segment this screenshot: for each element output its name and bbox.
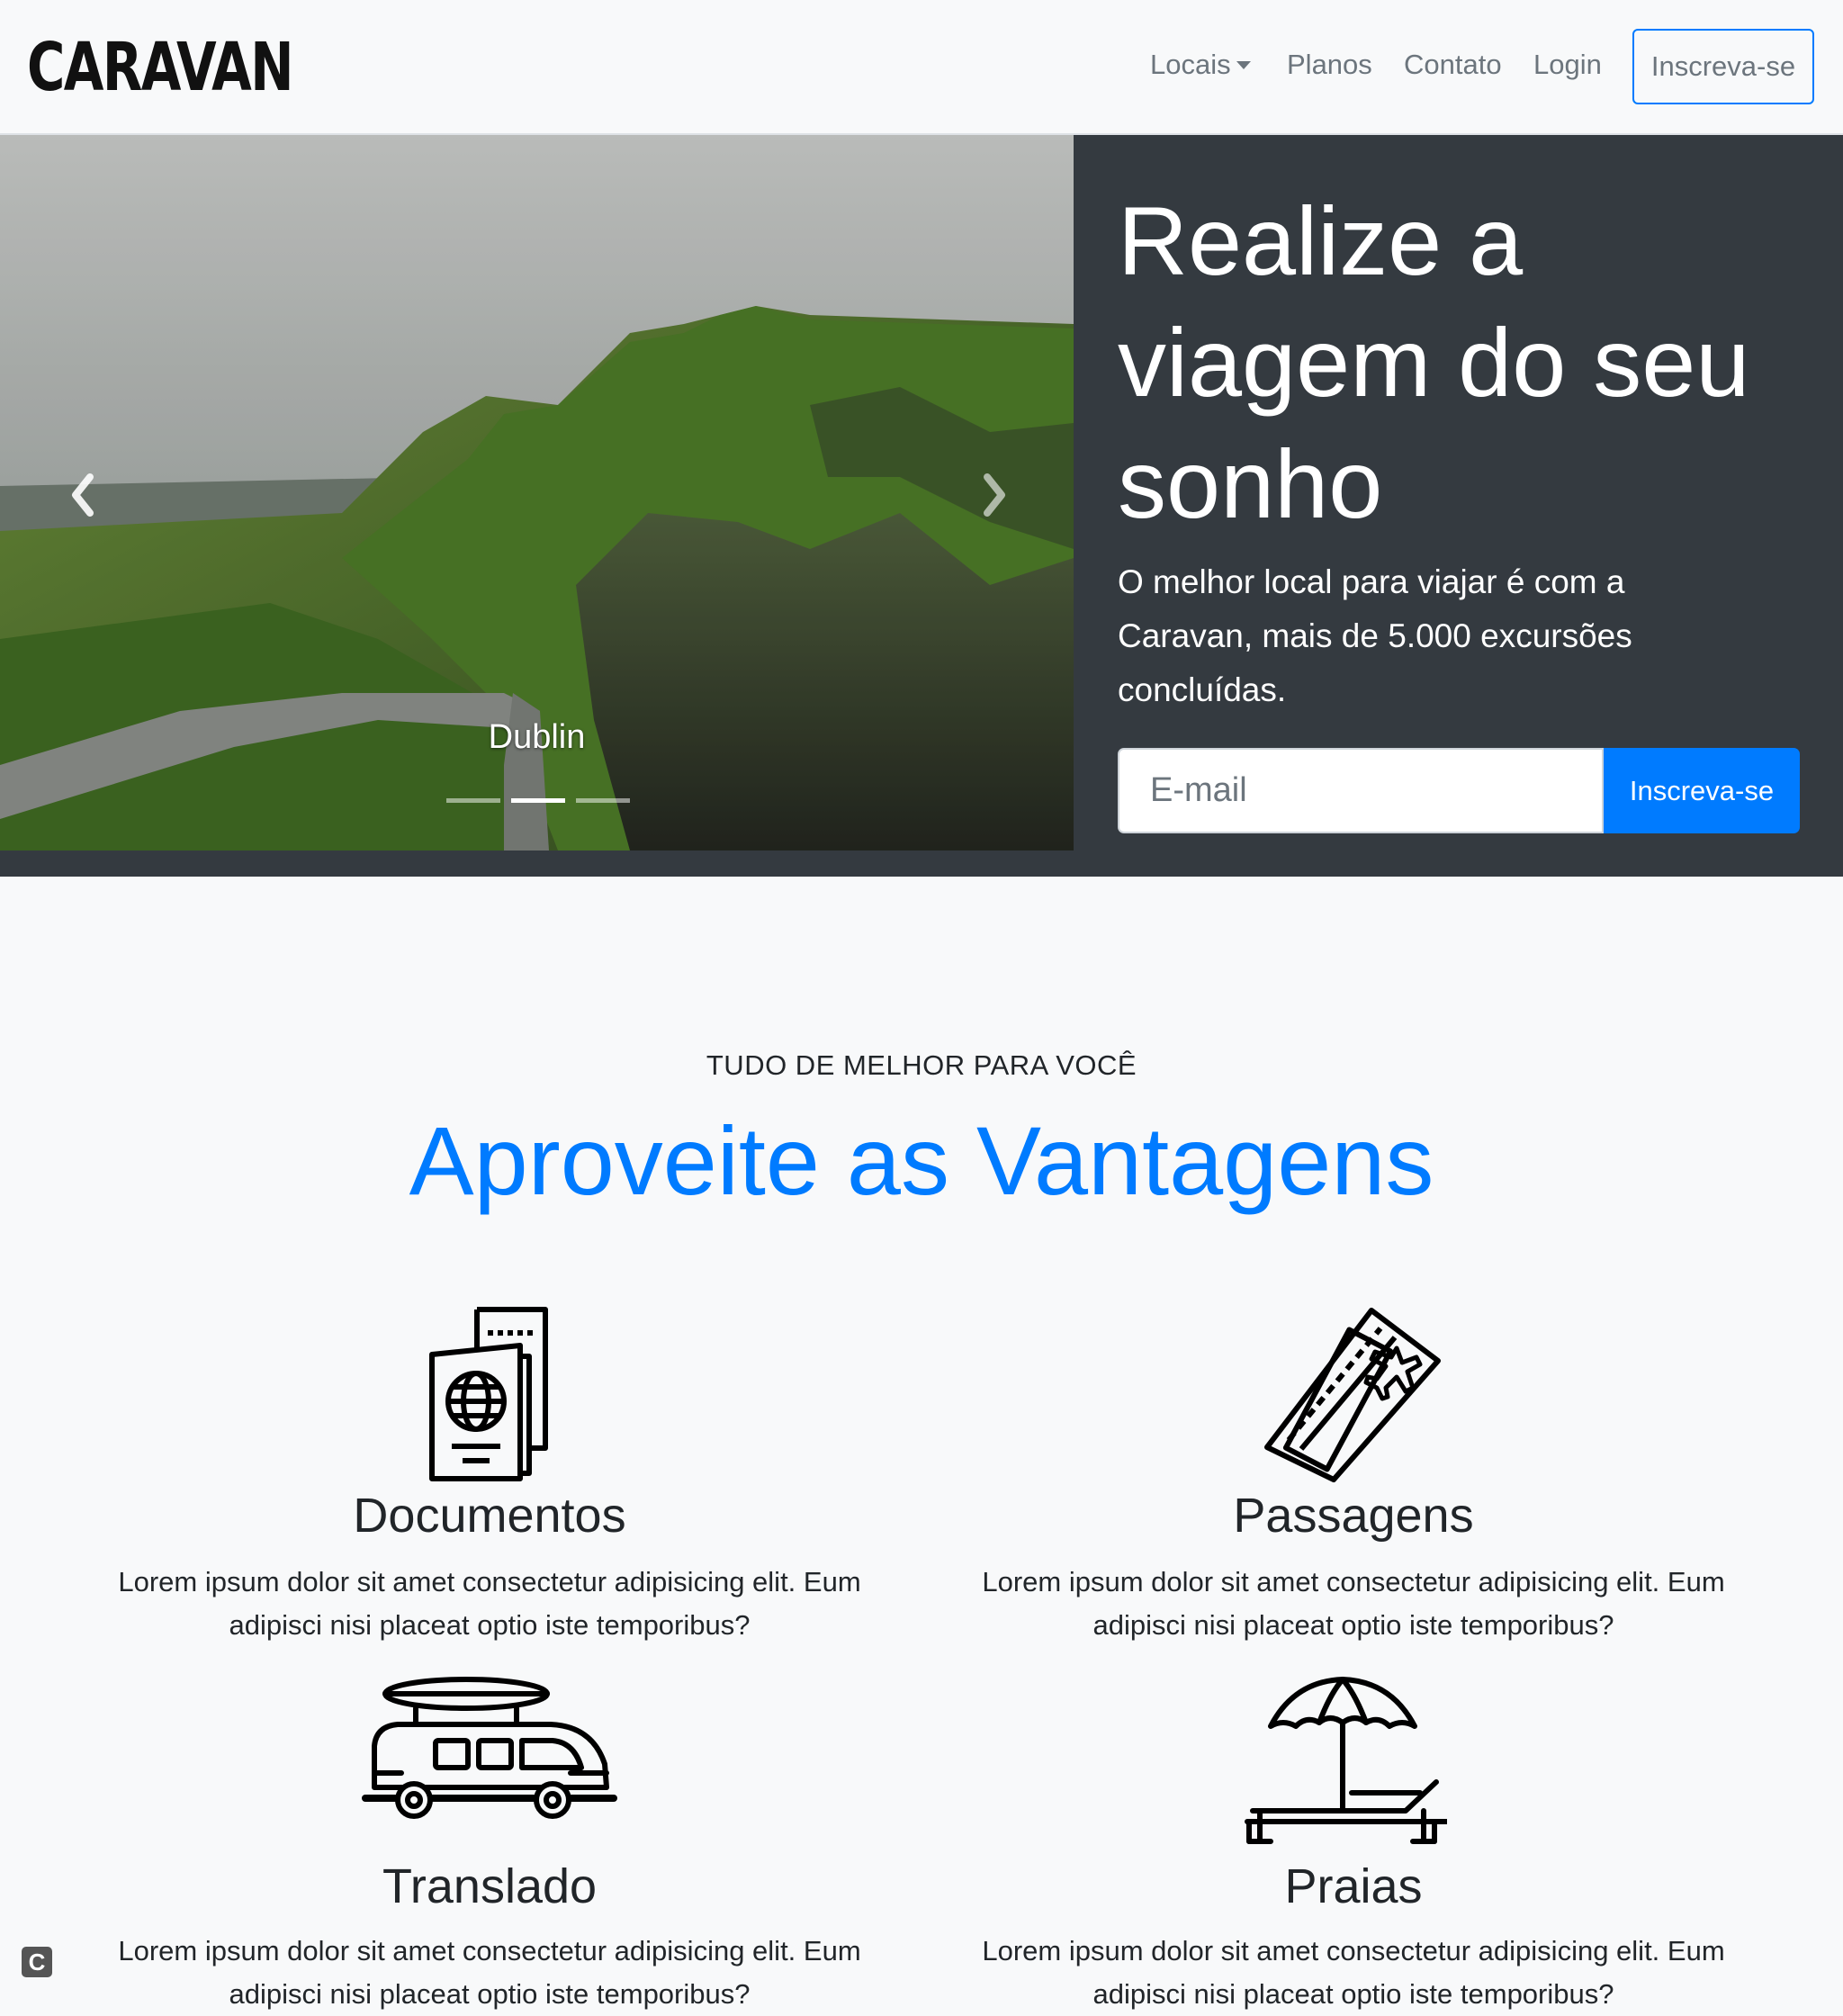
carousel-prev-icon[interactable]: [65, 468, 101, 522]
brand-logo[interactable]: CARAVAN: [27, 27, 294, 108]
feature-text-passagens: Lorem ipsum dolor sit amet consectetur a…: [982, 1566, 1725, 1641]
feature-text-translado: Lorem ipsum dolor sit amet consectetur a…: [118, 1935, 861, 2010]
nav-item-locais-label: Locais: [1150, 49, 1231, 80]
corner-badge[interactable]: C: [22, 1947, 52, 1977]
carousel-next-icon[interactable]: [976, 468, 1012, 522]
hero-section: Dublin Realize a viagem do seu sonho O m…: [0, 135, 1843, 877]
section-title: Aproveite as Vantagens: [409, 1106, 1434, 1215]
nav-item-locais[interactable]: Locais: [1150, 45, 1251, 85]
nav-item-login[interactable]: Login: [1533, 45, 1602, 85]
tickets-icon: [1264, 1308, 1441, 1482]
nav-item-contato[interactable]: Contato: [1404, 45, 1502, 85]
passport-icon: [429, 1307, 548, 1481]
feature-text-documentos: Lorem ipsum dolor sit amet consectetur a…: [118, 1566, 861, 1641]
image-carousel[interactable]: Dublin: [0, 135, 1074, 850]
dropdown-caret-icon: [1236, 61, 1251, 69]
feature-text-praias: Lorem ipsum dolor sit amet consectetur a…: [982, 1935, 1725, 2010]
hero-description: O melhor local para viajar é com a Carav…: [1118, 563, 1632, 708]
feature-title-documentos: Documentos: [353, 1489, 626, 1543]
feature-title-passagens: Passagens: [1233, 1489, 1474, 1543]
section-eyebrow: TUDO DE MELHOR PARA VOCÊ: [706, 1049, 1137, 1081]
nav-item-planos[interactable]: Planos: [1287, 45, 1372, 85]
van-icon: [362, 1677, 617, 1819]
carousel-indicator[interactable]: [446, 798, 500, 803]
signup-nav-button[interactable]: Inscreva-se: [1632, 29, 1814, 104]
feature-title-translado: Translado: [382, 1859, 598, 1913]
carousel-indicator[interactable]: [576, 798, 630, 803]
beach-chair-icon: [1245, 1677, 1447, 1844]
signup-button[interactable]: Inscreva-se: [1604, 748, 1800, 833]
carousel-indicator-active[interactable]: [511, 798, 565, 803]
feature-title-praias: Praias: [1284, 1859, 1423, 1913]
carousel-caption: Dublin: [488, 718, 586, 756]
email-input[interactable]: [1118, 748, 1604, 833]
navbar: CARAVAN Locais Planos Contato Login Insc…: [0, 0, 1843, 135]
hero-title: Realize a viagem do seu sonho: [1118, 186, 1750, 538]
